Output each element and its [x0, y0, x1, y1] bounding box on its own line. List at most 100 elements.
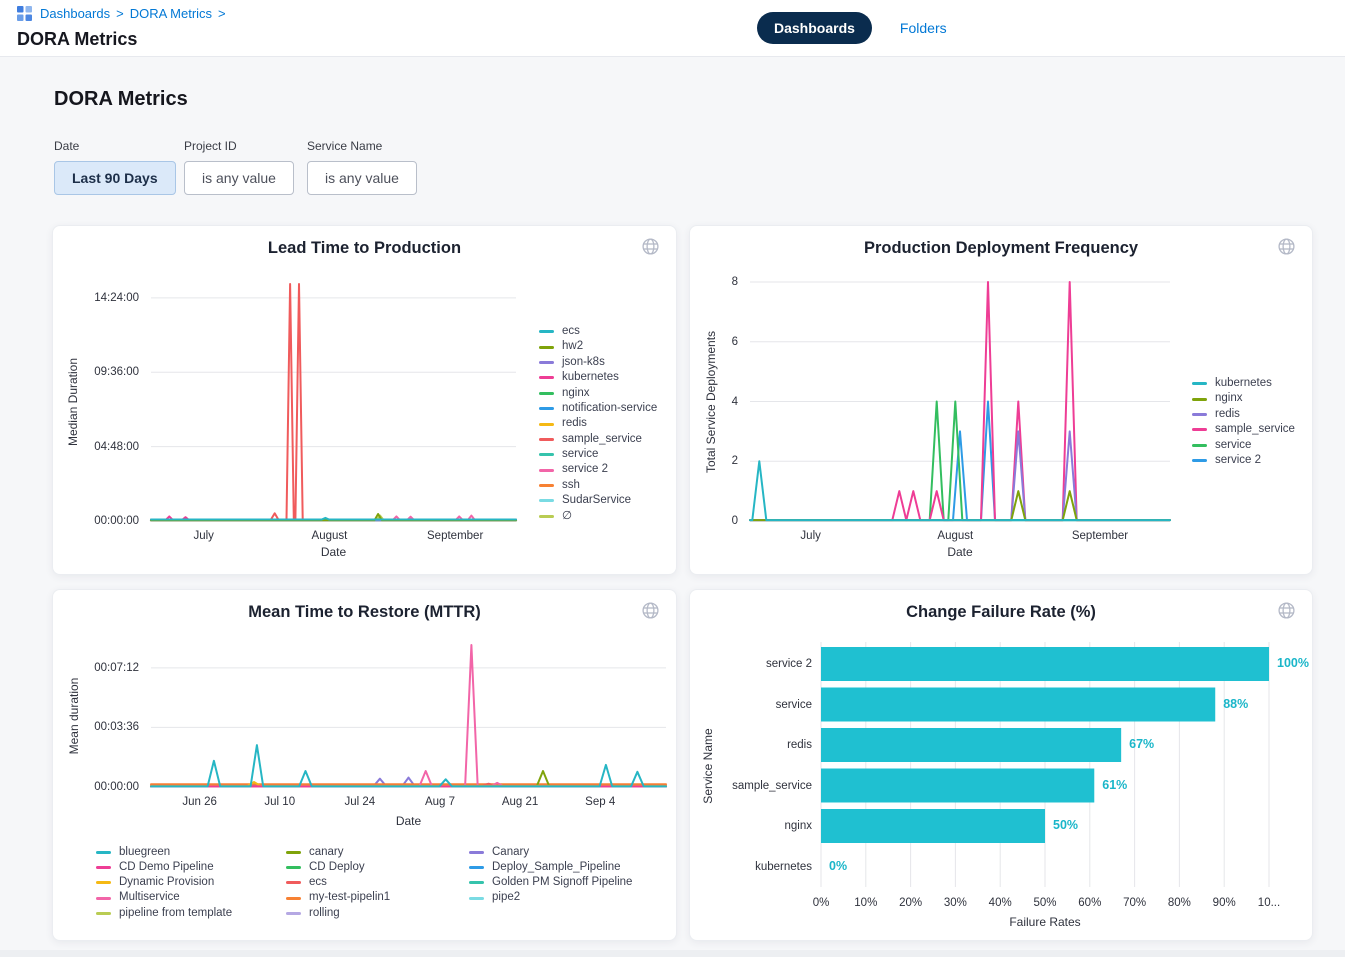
legend-item[interactable]: ecs	[539, 324, 657, 339]
filter-date-value[interactable]: Last 90 Days	[54, 161, 176, 195]
x-tick-label: 90%	[1199, 896, 1249, 910]
breadcrumb-link-dora-metrics[interactable]: DORA Metrics	[130, 6, 212, 21]
x-tick-label: July	[766, 529, 856, 543]
legend-item[interactable]: Golden PM Signoff Pipeline	[469, 876, 632, 889]
tab-dashboards[interactable]: Dashboards	[757, 12, 872, 44]
legend-item[interactable]: Canary	[469, 846, 529, 859]
category-label: service	[681, 698, 812, 712]
y-tick-label: 00:00:00	[67, 514, 139, 528]
legend-item[interactable]: service	[539, 447, 657, 462]
legend-item[interactable]: Multiservice	[96, 892, 180, 905]
legend-swatch	[286, 866, 301, 869]
legend-item[interactable]: kubernetes	[1192, 376, 1295, 391]
card-lead-time: Lead Time to Production Median Duration0…	[52, 225, 677, 575]
legend-item[interactable]: canary	[286, 846, 344, 859]
y-tick-label: 00:07:12	[67, 661, 139, 675]
x-axis-label: Date	[364, 814, 454, 828]
legend-item[interactable]: ∅	[539, 509, 657, 524]
deployment-frequency-chart: Total Service Deployments02468JulyAugust…	[690, 226, 1312, 574]
legend-item[interactable]: redis	[539, 416, 657, 431]
legend-label: sample_service	[562, 434, 642, 446]
legend-item[interactable]: SudarService	[539, 493, 657, 508]
legend-item[interactable]: my-test-pipelin1	[286, 892, 390, 905]
filter-label-service-name: Service Name	[307, 139, 382, 153]
bar-value-label: 88%	[1223, 697, 1248, 711]
legend-item[interactable]: redis	[1192, 407, 1295, 422]
card-mttr: Mean Time to Restore (MTTR) Mean duratio…	[52, 589, 677, 941]
legend-item[interactable]: nginx	[1192, 391, 1295, 406]
legend-label: nginx	[562, 388, 590, 400]
legend-item[interactable]: sample_service	[1192, 422, 1295, 437]
x-axis-label: Date	[915, 545, 1005, 559]
legend-swatch	[539, 423, 554, 426]
legend-label: SudarService	[562, 495, 631, 507]
legend-item[interactable]: nginx	[539, 386, 657, 401]
x-tick-label: 0%	[796, 896, 846, 910]
breadcrumb-separator: >	[116, 6, 124, 21]
series-line-service	[750, 402, 1170, 521]
category-label: service 2	[681, 657, 812, 671]
plot-area	[151, 645, 666, 787]
legend-item[interactable]: service 2	[539, 463, 657, 478]
legend-item[interactable]: pipeline from template	[96, 907, 232, 920]
legend-item[interactable]: kubernetes	[539, 370, 657, 385]
view-tabs: Dashboards Folders	[757, 12, 947, 44]
legend-swatch	[469, 897, 484, 900]
legend-swatch	[539, 484, 554, 487]
bar-value-label: 100%	[1277, 656, 1309, 670]
card-change-failure-rate: Change Failure Rate (%) Service Nameserv…	[689, 589, 1313, 941]
filter-label-date: Date	[54, 139, 79, 153]
legend-item[interactable]: ecs	[286, 876, 327, 889]
breadcrumb: Dashboards > DORA Metrics >	[17, 6, 226, 21]
y-tick-label: 2	[666, 454, 738, 468]
legend-label: canary	[309, 847, 344, 859]
legend-label: ssh	[562, 480, 580, 492]
legend-label: Golden PM Signoff Pipeline	[492, 877, 632, 889]
x-tick-label: July	[159, 529, 249, 543]
x-tick-label: 10%	[841, 896, 891, 910]
legend-label: CD Deploy	[309, 862, 365, 874]
legend-label: sample_service	[1215, 424, 1295, 436]
legend-label: notification-service	[562, 403, 657, 415]
top-header: Dashboards > DORA Metrics > DORA Metrics…	[0, 0, 1345, 57]
y-tick-label: 14:24:00	[67, 291, 139, 305]
legend-item[interactable]: notification-service	[539, 401, 657, 416]
legend-item[interactable]: Deploy_Sample_Pipeline	[469, 861, 621, 874]
page-bottom-edge	[0, 950, 1345, 957]
legend-item[interactable]: service	[1192, 438, 1295, 453]
legend-item[interactable]: ssh	[539, 478, 657, 493]
plot-holder	[750, 282, 1170, 521]
tab-folders[interactable]: Folders	[900, 20, 947, 36]
legend-item[interactable]: json-k8s	[539, 355, 657, 370]
legend-item[interactable]: Dynamic Provision	[96, 876, 214, 889]
legend-label: Deploy_Sample_Pipeline	[492, 862, 621, 874]
legend-swatch	[96, 866, 111, 869]
legend-item[interactable]: CD Deploy	[286, 861, 365, 874]
category-label: nginx	[681, 819, 812, 833]
breadcrumb-link-dashboards[interactable]: Dashboards	[40, 6, 110, 21]
x-axis-label: Date	[289, 545, 379, 559]
plot-holder	[151, 284, 516, 521]
legend-item[interactable]: rolling	[286, 907, 340, 920]
legend-label: hw2	[562, 341, 583, 353]
filter-project-id-value[interactable]: is any value	[184, 161, 294, 195]
legend-item[interactable]: hw2	[539, 339, 657, 354]
legend-label: CD Demo Pipeline	[119, 862, 214, 874]
legend-label: service	[1215, 440, 1251, 452]
legend-item[interactable]: CD Demo Pipeline	[96, 861, 214, 874]
legend-swatch	[96, 881, 111, 884]
bar-value-label: 67%	[1129, 737, 1154, 751]
legend-label: service	[562, 449, 598, 461]
legend-swatch	[539, 346, 554, 349]
x-tick-label: Jul 10	[235, 795, 325, 809]
legend-item[interactable]: sample_service	[539, 432, 657, 447]
legend-item[interactable]: bluegreen	[96, 846, 170, 859]
legend-label: rolling	[309, 908, 340, 920]
legend-item[interactable]: pipe2	[469, 892, 520, 905]
plot-holder	[690, 590, 1314, 942]
filter-service-name-value[interactable]: is any value	[307, 161, 417, 195]
plot-area	[690, 590, 1314, 942]
legend-item[interactable]: service 2	[1192, 453, 1295, 468]
x-tick-label: 70%	[1110, 896, 1160, 910]
bar-value-label: 0%	[829, 859, 847, 873]
